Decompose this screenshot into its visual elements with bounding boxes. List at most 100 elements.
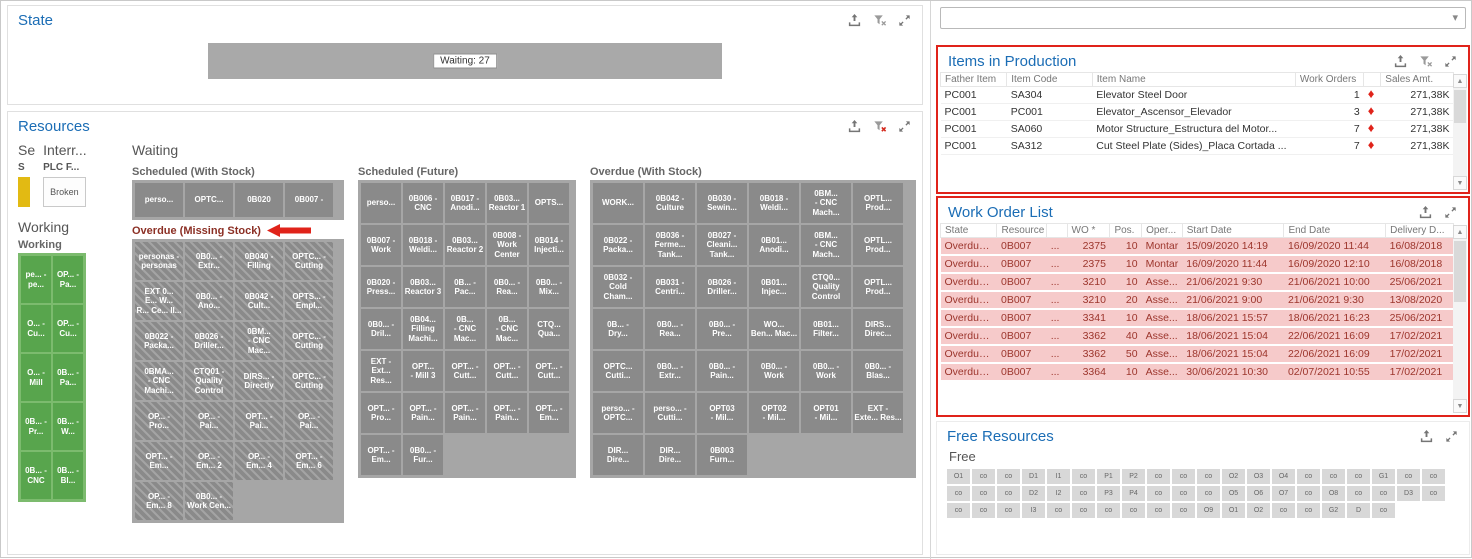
waiting-state-bar[interactable]: Waiting: 27 (208, 43, 722, 79)
resource-tile[interactable]: OPT02 - Mil... (749, 393, 799, 433)
col-header-wo[interactable]: WO * (1066, 223, 1111, 238)
work-order-row[interactable]: Overdue... 0B007 ... 2375 10 Montar 16/0… (940, 255, 1454, 274)
resource-tile[interactable]: CTQ... Qua... (529, 309, 569, 349)
resource-tile[interactable]: 0BM... - CNC Mac... (235, 322, 283, 360)
item-row[interactable]: PC001 SA060 Motor Structure_Estructura d… (940, 120, 1454, 138)
resource-tile[interactable]: 0B03... Reactor 2 (445, 225, 485, 265)
free-resource-tile[interactable]: co (1172, 486, 1195, 501)
free-resource-tile[interactable]: co (1297, 486, 1320, 501)
resource-tile[interactable]: 0B04... Filling Machi... (403, 309, 443, 349)
free-resource-tile[interactable]: D2 (1022, 486, 1045, 501)
export-icon[interactable] (1418, 429, 1434, 445)
resource-tile[interactable]: 0B... - CNC Mac... (487, 309, 527, 349)
free-resource-tile[interactable]: P2 (1122, 469, 1145, 484)
free-resource-tile[interactable]: co (1297, 469, 1320, 484)
free-resource-tile[interactable]: co (1147, 486, 1170, 501)
resource-tile[interactable]: OPTS... - Empl... (285, 282, 333, 320)
free-resource-tile[interactable]: co (997, 503, 1020, 518)
clear-filter-icon[interactable] (1417, 54, 1433, 70)
col-header-resource[interactable]: Resource (996, 223, 1048, 238)
expand-icon[interactable] (1442, 205, 1458, 221)
free-resource-tile[interactable]: co (1197, 469, 1220, 484)
resource-tile[interactable]: 0B007 - (285, 183, 333, 217)
working-resource-tile[interactable]: 0B... - Pa... (53, 354, 83, 401)
scroll-up-icon[interactable]: ▲ (1453, 225, 1467, 239)
resource-tile[interactable]: personas - personas (135, 242, 183, 280)
resource-tile[interactable]: OPT... - Cutt... (529, 351, 569, 391)
resource-tile[interactable]: 0B0... - Pre... (697, 309, 747, 349)
resource-tile[interactable]: OPTC... (185, 183, 233, 217)
resource-tile[interactable]: OP... - Pai... (285, 402, 333, 440)
free-resource-tile[interactable]: P1 (1097, 469, 1120, 484)
resource-tile[interactable]: 0B022 - Packa... (593, 225, 643, 265)
free-resource-tile[interactable]: D1 (1022, 469, 1045, 484)
resource-tile[interactable]: 0B0... - Work (801, 351, 851, 391)
free-resource-tile[interactable]: co (1372, 486, 1395, 501)
col-header-state[interactable]: State (939, 223, 998, 238)
expand-icon[interactable] (896, 13, 912, 29)
resource-tile[interactable]: 0B006 - CNC (403, 183, 443, 223)
resource-tile[interactable]: 0B0... - Rea... (487, 267, 527, 307)
free-resource-tile[interactable]: O3 (1247, 469, 1270, 484)
scroll-down-icon[interactable]: ▼ (1453, 399, 1467, 413)
resource-tile[interactable]: 0B... - Pac... (445, 267, 485, 307)
col-header-father-item[interactable]: Father Item (939, 72, 1008, 87)
resource-tile[interactable]: 0B... - Dry... (593, 309, 643, 349)
resource-tile[interactable]: EXT 0... E... W... R... Ce... II... (135, 282, 183, 320)
resource-tile[interactable]: 0B018 - Weldi... (403, 225, 443, 265)
col-header-pos[interactable]: Pos. (1109, 223, 1143, 238)
free-resource-tile[interactable]: co (1172, 469, 1195, 484)
resource-tile[interactable]: 0B01... Injec... (749, 267, 799, 307)
resource-tile[interactable]: WORK... (593, 183, 643, 223)
free-resource-tile[interactable]: I2 (1047, 486, 1070, 501)
resource-tile[interactable]: 0B0... - Ano... (185, 282, 233, 320)
col-header-start-date[interactable]: Start Date (1181, 223, 1285, 238)
free-resource-tile[interactable]: D3 (1397, 486, 1420, 501)
free-resource-tile[interactable]: O1 (1222, 503, 1245, 518)
resource-tile[interactable]: OPT... - Pain... (445, 393, 485, 433)
col-header-sales-amt[interactable]: Sales Amt. (1380, 72, 1454, 87)
resource-tile[interactable]: OPT... - Em... 6 (285, 442, 333, 480)
col-header-flag[interactable] (1363, 72, 1382, 87)
resource-tile[interactable]: CTQ0... Quality Control (801, 267, 851, 307)
resource-tile[interactable]: EXT - Exte... Res... (853, 393, 903, 433)
resource-tile[interactable]: OPT... - Pain... (487, 393, 527, 433)
resource-tile[interactable]: OPTC... - Cutting (285, 322, 333, 360)
resource-tile[interactable]: 0B026 - Driller... (185, 322, 233, 360)
working-resource-tile[interactable]: 0B... - CNC (21, 452, 51, 499)
working-resource-tile[interactable]: OP... - Pa... (53, 256, 83, 303)
resource-tile[interactable]: 0B0... - Extr... (645, 351, 695, 391)
resource-tile[interactable]: 0B027 - Cleani... Tank... (697, 225, 747, 265)
resource-tile[interactable]: EXT - Ext... Res... (361, 351, 401, 391)
resource-tile[interactable]: OPTS... (529, 183, 569, 223)
resource-tile[interactable]: OP... - Em... 8 (135, 482, 183, 520)
resource-tile[interactable]: 0B017 - Anodi... (445, 183, 485, 223)
resource-tile[interactable]: OPT... - Cutt... (445, 351, 485, 391)
free-resource-tile[interactable]: co (1072, 469, 1095, 484)
resource-tile[interactable]: 0BMA... - CNC Machi... (135, 362, 183, 400)
work-order-row[interactable]: Overdue... 0B007 ... 3362 40 Asse... 18/… (940, 327, 1454, 346)
resource-tile[interactable]: OPT... - Pai... (235, 402, 283, 440)
free-resource-tile[interactable]: G2 (1322, 503, 1345, 518)
free-resource-tile[interactable]: O4 (1272, 469, 1295, 484)
resource-tile[interactable]: OPT... - Mill 3 (403, 351, 443, 391)
resource-tile[interactable]: DIRS... Direc... (853, 309, 903, 349)
export-icon[interactable] (1392, 54, 1408, 70)
setup-resource-tile[interactable] (18, 177, 30, 207)
free-resource-tile[interactable]: co (1197, 486, 1220, 501)
scroll-thumb[interactable] (1454, 90, 1466, 124)
resource-tile[interactable]: OPTC... - Cutting (285, 242, 333, 280)
free-resource-tile[interactable]: co (1297, 503, 1320, 518)
resource-tile[interactable]: 0B0... - Rea... (645, 309, 695, 349)
free-resource-tile[interactable]: I1 (1047, 469, 1070, 484)
resource-tile[interactable]: perso... (135, 183, 183, 217)
resource-tile[interactable]: 0B0... - Work (749, 351, 799, 391)
free-resource-tile[interactable]: co (947, 503, 970, 518)
resource-tile[interactable]: 0B03... Reactor 3 (403, 267, 443, 307)
free-resource-tile[interactable]: O6 (1247, 486, 1270, 501)
working-resource-tile[interactable]: 0B... - Bl... (53, 452, 83, 499)
resource-tile[interactable]: 0B01... Anodi... (749, 225, 799, 265)
free-resource-tile[interactable]: co (972, 469, 995, 484)
free-resource-tile[interactable]: co (1072, 503, 1095, 518)
resource-tile[interactable]: OP... - Em... 4 (235, 442, 283, 480)
